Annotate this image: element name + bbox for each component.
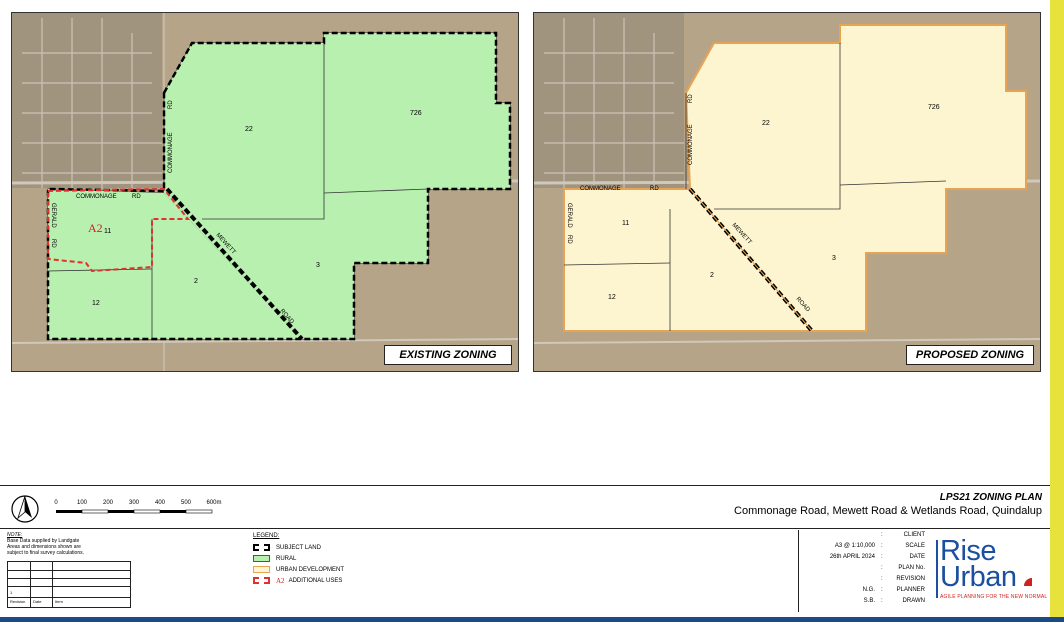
info-row-scale: A3 @ 1:10,000: SCALE <box>834 543 925 549</box>
legend-subject-land-label: SUBJECT LAND <box>276 544 321 551</box>
town-area <box>534 13 684 188</box>
revision-table: 1 Revision Date Item <box>7 561 131 608</box>
additional-uses-swatch <box>253 577 270 584</box>
scale-tick-200: 200 <box>102 500 114 506</box>
rd-west-label: RD <box>566 235 572 244</box>
rise-urban-logo: Rise Urban AGILE PLANNING FOR THE NEW NO… <box>936 537 1048 612</box>
plan-info-grid: : CLIENT A3 @ 1:10,000: SCALE 26th APRIL 2… <box>798 530 939 612</box>
info-row-client: : CLIENT <box>881 532 925 538</box>
rd-label: RD <box>132 194 141 200</box>
lot-2-label: 2 <box>194 278 198 285</box>
commonage-road-label: COMMONAGE <box>580 186 621 192</box>
rd-vertical-label: RD <box>688 94 694 103</box>
legend-item-urban-development: URBAN DEVELOPMENT <box>253 564 344 575</box>
lot-11-label: 11 <box>104 228 111 235</box>
legend-rural-label: RURAL <box>276 555 297 562</box>
sheet-bottom-strip <box>0 617 1064 622</box>
logo-dot-icon <box>1024 578 1033 586</box>
logo-tagline: AGILE PLANNING FOR THE NEW NORMAL <box>940 594 1048 600</box>
revision-col-header: Revision <box>10 599 26 604</box>
existing-zoning-caption: EXISTING ZONING <box>384 345 512 365</box>
subject-land-swatch <box>253 544 270 551</box>
scale-tick-600: 600m <box>206 500 222 506</box>
urban-development-swatch <box>253 566 270 573</box>
commonage-vertical-label: COMMONAGE <box>168 132 174 173</box>
scale-tick-300: 300 <box>128 500 140 506</box>
info-row-plan-no: : PLAN No. <box>881 565 925 571</box>
lot-726-label: 726 <box>410 110 422 117</box>
legend-a2-tag: A2 <box>276 576 285 585</box>
north-arrow-icon <box>11 495 39 523</box>
zoning-plan-sheet: 22 726 11 2 3 12 A2 COMMONAGE RD COMMONA… <box>0 0 1064 622</box>
legend: LEGEND: SUBJECT LAND RURAL URBAN DEVELOP… <box>253 533 344 586</box>
scale-tick-100: 100 <box>76 500 88 506</box>
lot-22-label: 22 <box>762 120 770 127</box>
a2-label: A2 <box>88 221 103 235</box>
legend-item-subject-land: SUBJECT LAND <box>253 542 344 553</box>
town-area <box>12 13 162 188</box>
logo-line-2: Urban <box>940 563 1048 592</box>
legend-item-rural: RURAL <box>253 553 344 564</box>
proposed-zoning-svg: 22 726 11 2 3 12 COMMONAGE RD COMMONAGE … <box>534 13 1040 371</box>
info-row-revision: : REVISION <box>881 576 925 582</box>
sheet-edge-strip <box>1050 0 1064 622</box>
scale-tick-500: 500 <box>180 500 192 506</box>
legend-heading: LEGEND: <box>253 533 280 539</box>
info-row-drawn: S.B.: DRAWN <box>863 598 925 604</box>
proposed-zoning-map: 22 726 11 2 3 12 COMMONAGE RD COMMONAGE … <box>533 12 1041 372</box>
proposed-zoning-caption: PROPOSED ZONING <box>906 345 1034 365</box>
note-block: NOTE: Base Data supplied by Landgate Are… <box>7 532 127 556</box>
plan-title: LPS21 ZONING PLAN <box>939 492 1042 503</box>
gerald-label: GERALD <box>50 203 56 228</box>
lot-12-label: 12 <box>608 294 616 301</box>
rd-label: RD <box>650 186 659 192</box>
revision-first-value: 1 <box>10 590 13 595</box>
note-line-3: subject to final survey calculations. <box>7 550 84 556</box>
legend-urban-label: URBAN DEVELOPMENT <box>276 566 345 573</box>
lot-2-label: 2 <box>710 272 714 279</box>
rd-west-label: RD <box>50 239 56 248</box>
plan-subtitle: Commonage Road, Mewett Road & Wetlands R… <box>734 505 1042 517</box>
title-block-divider <box>0 528 1050 529</box>
lot-3-label: 3 <box>832 255 836 262</box>
item-col-header: Item <box>55 599 63 604</box>
gerald-label: GERALD <box>566 203 572 228</box>
scale-bar: 0 100 200 300 400 500 600m <box>52 500 232 520</box>
date-col-header: Date <box>33 599 42 604</box>
info-row-planner: N.G.: PLANNER <box>862 587 925 593</box>
lot-726-label: 726 <box>928 104 940 111</box>
scale-tick-400: 400 <box>154 500 166 506</box>
lot-11-label: 11 <box>622 220 629 227</box>
legend-item-additional-uses: A2 ADDITIONAL USES <box>253 575 344 586</box>
lot-22-label: 22 <box>245 126 253 133</box>
existing-zoning-map: 22 726 11 2 3 12 A2 COMMONAGE RD COMMONA… <box>11 12 519 372</box>
legend-additional-uses-label: ADDITIONAL USES <box>288 577 343 584</box>
scale-tick-0: 0 <box>54 500 58 506</box>
lot-12-label: 12 <box>92 300 100 307</box>
lot-3-label: 3 <box>316 262 320 269</box>
commonage-road-label: COMMONAGE <box>76 194 117 200</box>
commonage-vertical-label: COMMONAGE <box>688 124 694 165</box>
rd-vertical-label: RD <box>168 100 174 109</box>
existing-zoning-svg: 22 726 11 2 3 12 A2 COMMONAGE RD COMMONA… <box>12 13 518 371</box>
plan-title-block: LPS21 ZONING PLAN Commonage Road, Mewett… <box>734 492 1042 517</box>
rural-swatch <box>253 555 270 562</box>
info-row-date: 26th APRIL 2024: DATE <box>829 554 925 560</box>
